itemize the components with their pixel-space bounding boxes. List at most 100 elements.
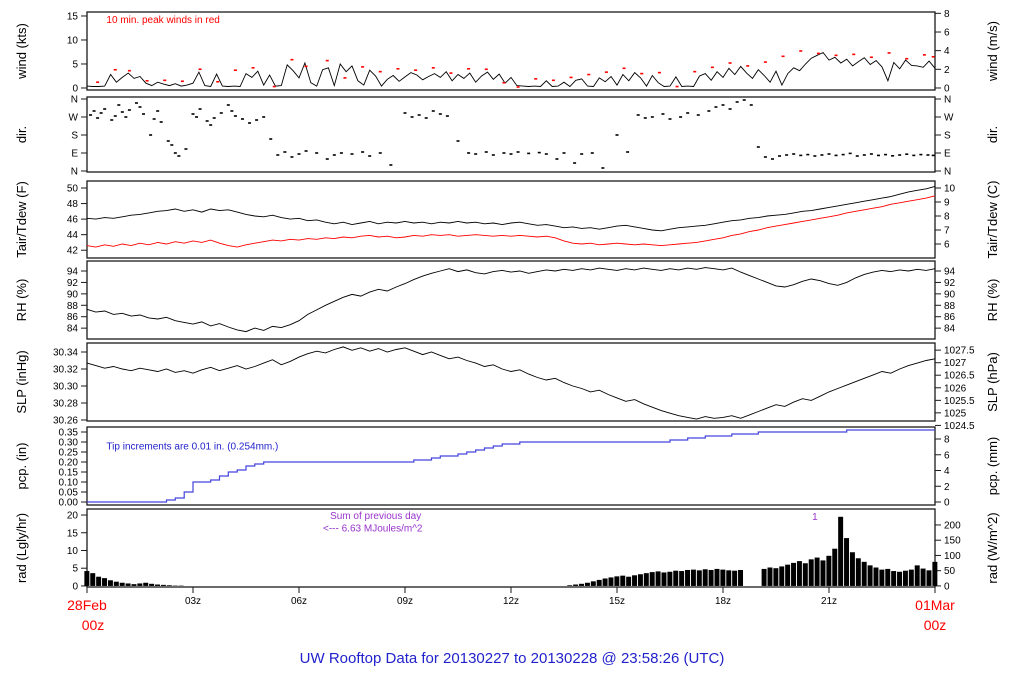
x-axis: 03z 06z 09z 12z 15z 18z 21z 28Feb 00z 01Mar 00z <box>67 587 955 633</box>
solar-radiation <box>84 516 938 586</box>
wind-right-tick: 4 <box>944 46 950 57</box>
rad-left-tick: 0 <box>72 581 78 592</box>
wind-left-tick: 0 <box>72 83 78 94</box>
rh-left-axis-label: RH (%) <box>14 279 29 322</box>
slp-right-axis-label: SLP (hPa) <box>985 352 1000 412</box>
pcp-annotation: Tip increments are 0.01 in. (0.254mm.) <box>106 442 278 453</box>
x-tick-label: 06z <box>291 596 307 607</box>
pcp-left-tick: 0.00 <box>59 498 79 509</box>
rad-annotation: 1 <box>812 512 818 523</box>
wind-right-tick: 2 <box>944 65 950 76</box>
tair-left-tick: 42 <box>67 246 79 257</box>
pcp-left-axis-label: pcp. (in) <box>14 443 29 490</box>
tair-left-tick: 46 <box>67 215 79 226</box>
rad-annotation: <--- 6.63 MJoules/m^2 <box>323 524 423 535</box>
rad-left-axis-label: rad (Lgly/hr) <box>14 513 29 583</box>
rh-left-tick: 86 <box>67 312 79 323</box>
pcp-left-tick: 0.20 <box>59 458 79 469</box>
wind-left-axis-label: wind (kts) <box>14 23 29 80</box>
wind-right-tick: 0 <box>944 83 950 94</box>
panel-dir: NWSENNWSENdir. dir. <box>14 95 1000 178</box>
pcp-right-tick: 4 <box>944 466 950 477</box>
start-date-label: 28Feb <box>67 597 107 613</box>
slp-left-axis-label: SLP (inHg) <box>14 350 29 413</box>
rad-right-tick: 150 <box>944 536 961 547</box>
rh-right-axis-label: RH (%) <box>985 279 1000 322</box>
rh-right-tick: 86 <box>944 312 956 323</box>
end-hour-label: 00z <box>924 617 947 633</box>
rad-left-tick: 20 <box>67 511 79 522</box>
pcp-left-tick: 0.05 <box>59 488 79 499</box>
tair-left-tick: 48 <box>67 199 79 210</box>
slp-left-tick: 30.28 <box>53 398 78 409</box>
slp-left-tick: 30.30 <box>53 381 78 392</box>
pcp-right-tick: 0 <box>944 498 950 509</box>
pcp-left-tick: 0.15 <box>59 468 79 479</box>
relative-humidity <box>86 267 936 333</box>
slp-left-tick: 30.26 <box>53 415 78 426</box>
rh-left-tick: 88 <box>67 301 79 312</box>
wind-right-tick: 8 <box>944 9 950 20</box>
rad-left-tick: 15 <box>67 528 79 539</box>
pcp-right-tick: 8 <box>944 435 950 446</box>
dir-right-tick: N <box>944 95 951 106</box>
wind-left-tick: 15 <box>67 11 79 22</box>
wind-direction <box>89 99 935 169</box>
pcp-right-tick: 2 <box>944 482 950 493</box>
x-tick-label: 18z <box>715 596 731 607</box>
chart-title: UW Rooftop Data for 20130227 to 20130228… <box>299 650 725 667</box>
dir-left-tick: N <box>71 95 78 106</box>
dir-right-tick: S <box>944 131 951 142</box>
rh-left-tick: 94 <box>67 267 79 278</box>
tair-right-tick: 7 <box>944 226 950 237</box>
x-tick-label: 15z <box>609 596 625 607</box>
pcp-left-tick: 0.35 <box>59 428 79 439</box>
wind-average <box>86 51 936 88</box>
rh-right-tick: 90 <box>944 289 956 300</box>
tair-right-tick: 6 <box>944 240 950 251</box>
rad-right-tick: 0 <box>944 581 950 592</box>
dir-right-tick: E <box>944 149 951 160</box>
slp-left-tick: 30.34 <box>53 348 78 359</box>
slp-right-tick: 1027 <box>944 358 967 369</box>
rh-left-tick: 92 <box>67 278 79 289</box>
tair-left-axis-label: Tair/Tdew (F) <box>14 181 29 258</box>
rh-right-tick: 84 <box>944 324 956 335</box>
dir-left-tick: E <box>71 149 78 160</box>
rh-right-tick: 88 <box>944 301 956 312</box>
pcp-left-tick: 0.25 <box>59 448 79 459</box>
tair-right-axis-label: Tair/Tdew (C) <box>985 180 1000 258</box>
x-tick-label: 12z <box>503 596 519 607</box>
rh-left-tick: 84 <box>67 324 79 335</box>
x-tick-label: 09z <box>397 596 413 607</box>
wind-right-tick: 6 <box>944 28 950 39</box>
slp-right-tick: 1024.5 <box>944 421 975 432</box>
rad-right-axis-label: rad (W/m^2) <box>985 512 1000 583</box>
tair-right-tick: 8 <box>944 212 950 223</box>
panel-pcp: 0.000.050.100.150.200.250.300.35 0 2 4 6 8 pcp… <box>14 426 1000 509</box>
wind-annotation: 10 min. peak winds in red <box>106 15 219 26</box>
rad-right-tick: 200 <box>944 520 961 531</box>
slp-right-tick: 1025 <box>944 408 967 419</box>
rh-left-tick: 90 <box>67 289 79 300</box>
tair-right-tick: 9 <box>944 198 950 209</box>
tair-right-tick: 10 <box>944 184 956 195</box>
slp-right-tick: 1027.5 <box>944 346 975 357</box>
dewpoint-temperature <box>86 195 936 248</box>
slp-right-tick: 1025.5 <box>944 396 975 407</box>
slp-right-tick: 1026 <box>944 383 967 394</box>
x-tick-label: 21z <box>821 596 837 607</box>
air-temperature <box>86 185 936 232</box>
sea-level-pressure <box>86 346 936 420</box>
tair-left-tick: 44 <box>67 230 79 241</box>
slp-right-tick: 1026.5 <box>944 371 975 382</box>
dir-right-tick: W <box>944 113 954 124</box>
wind-right-axis-label: wind (m/s) <box>985 21 1000 82</box>
dir-left-axis-label: dir. <box>14 126 29 143</box>
end-date-label: 01Mar <box>915 597 955 613</box>
panel-wind: 0 5 10 15 0 2 4 6 8 wind (kts) wind (m/s) 10 min. p… <box>14 9 1000 95</box>
rh-right-tick: 94 <box>944 267 956 278</box>
dir-right-axis-label: dir. <box>985 126 1000 143</box>
panel-rh: 848688909294848688909294RH (%) RH (%) <box>14 260 1000 340</box>
panel-rad: 05101520050100150200rad (Lgly/hr) rad (W/… <box>14 508 1000 592</box>
